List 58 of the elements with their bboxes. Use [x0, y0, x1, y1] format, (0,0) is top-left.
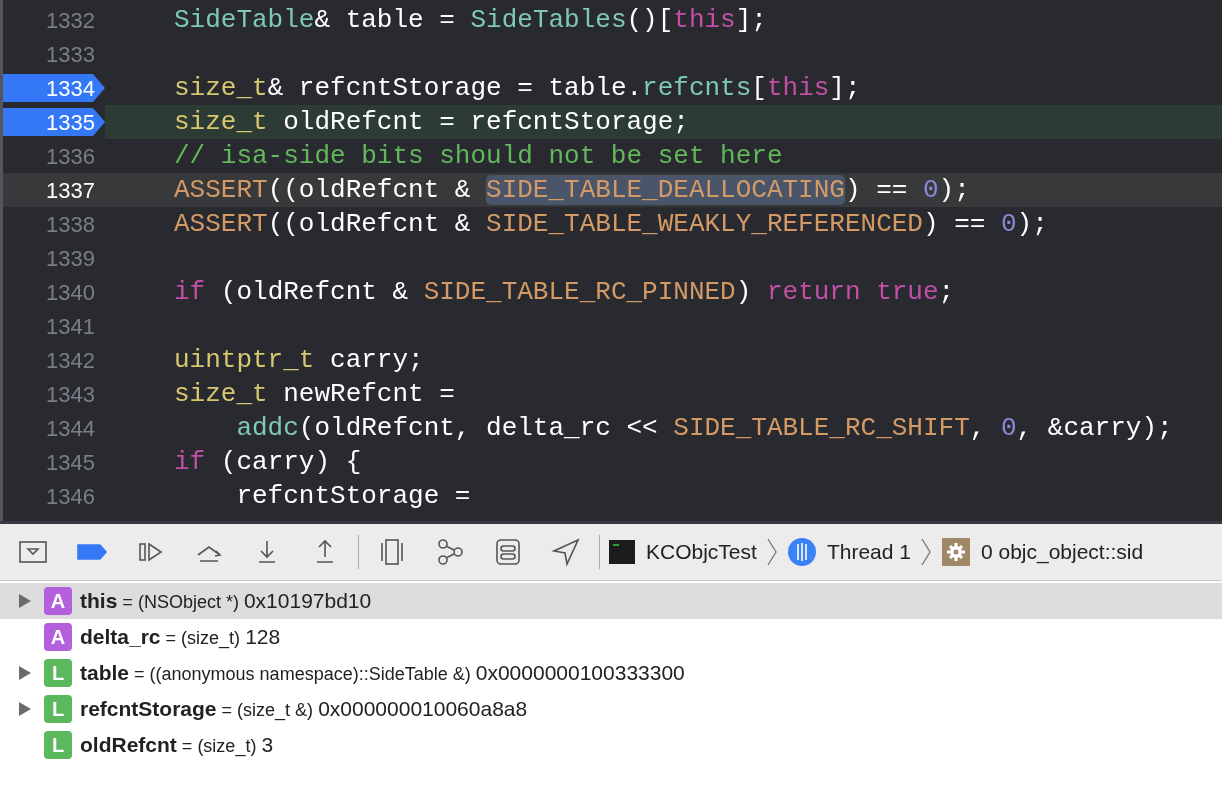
variable-badge: L: [44, 659, 72, 687]
disclosure-triangle-icon[interactable]: [18, 701, 32, 717]
line-number: 1334: [46, 74, 95, 103]
toggles-icon[interactable]: [493, 537, 523, 567]
thread-icon: [786, 537, 817, 567]
line-number: 1345: [46, 448, 95, 477]
location-icon[interactable]: [551, 537, 581, 567]
code-line: SideTable& table = SideTables()[this];: [174, 4, 767, 37]
breadcrumb-item[interactable]: Thread 1: [826, 536, 911, 568]
disclosure-triangle-icon[interactable]: [18, 665, 32, 681]
breadcrumb-item[interactable]: KCObjcTest: [646, 536, 757, 568]
variable-row[interactable]: A this = (NSObject *) 0x10197bd10: [0, 583, 1222, 619]
line-number: 1335: [46, 108, 95, 137]
breakpoint-marker[interactable]: [3, 108, 105, 136]
line-number: 1338: [46, 210, 95, 239]
breakpoint-marker[interactable]: [3, 74, 105, 102]
memory-graph-icon[interactable]: [435, 537, 465, 567]
variable-badge: L: [44, 695, 72, 723]
code-line: if (oldRefcnt & SIDE_TABLE_RC_PINNED) return true;: [174, 276, 955, 309]
code-line: uintptr_t carry;: [174, 344, 424, 377]
variable-text: this = (NSObject *) 0x10197bd10: [80, 588, 372, 615]
variable-text: delta_rc = (size_t) 128: [80, 624, 281, 651]
variable-row[interactable]: L oldRefcnt = (size_t) 3: [0, 727, 1222, 763]
chevron-icon: [766, 537, 777, 567]
line-number: 1340: [46, 278, 95, 307]
code-line: if (carry) {: [174, 446, 362, 479]
code-line: ASSERT((oldRefcnt & SIDE_TABLE_DEALLOCATING) == 0);: [174, 174, 970, 207]
terminal-icon: [608, 539, 636, 565]
line-number: 1336: [46, 142, 95, 171]
line-number: 1344: [46, 414, 95, 443]
code-line: refcntStorage =: [235, 480, 471, 513]
variable-text: refcntStorage = (size_t &) 0x000000010060a8a8: [80, 696, 528, 723]
disclosure-triangle-icon[interactable]: [18, 593, 32, 609]
variable-badge: L: [44, 731, 72, 759]
variable-badge: A: [44, 623, 72, 651]
line-number: 1332: [46, 6, 95, 35]
code-line: // isa-side bits should not be set here: [174, 140, 783, 173]
gear-icon: [940, 537, 971, 567]
line-number: 1343: [46, 380, 95, 409]
line-number: 1341: [46, 312, 95, 341]
variable-row[interactable]: L refcntStorage = (size_t &) 0x000000010060a8a8: [0, 691, 1222, 727]
line-number: 1342: [46, 346, 95, 375]
code-line: size_t newRefcnt =: [174, 378, 455, 411]
variable-badge: A: [44, 587, 72, 615]
breadcrumb-item[interactable]: 0 objc_object::sid: [980, 536, 1144, 568]
chevron-icon: [920, 537, 931, 567]
line-number: 1337: [46, 176, 95, 205]
line-number: 1339: [46, 244, 95, 273]
variable-text: table = ((anonymous namespace)::SideTable &) 0x0000000100333300: [80, 660, 685, 687]
variable-row[interactable]: A delta_rc = (size_t) 128: [0, 619, 1222, 655]
line-number: 1346: [46, 482, 95, 511]
variable-row[interactable]: L table = ((anonymous namespace)::SideTable &) 0x0000000100333300: [0, 655, 1222, 691]
line-number: 1333: [46, 40, 95, 69]
code-line: size_t& refcntStorage = table.refcnts[this];: [174, 72, 861, 105]
code-line: ASSERT((oldRefcnt & SIDE_TABLE_WEAKLY_REFERENCED) == 0);: [174, 208, 1048, 241]
code-line: size_t oldRefcnt = refcntStorage;: [174, 106, 689, 139]
code-line: addc(oldRefcnt, delta_rc << SIDE_TABLE_RC_SHIFT, 0, &carry);: [235, 412, 1173, 445]
variable-text: oldRefcnt = (size_t) 3: [80, 732, 274, 759]
